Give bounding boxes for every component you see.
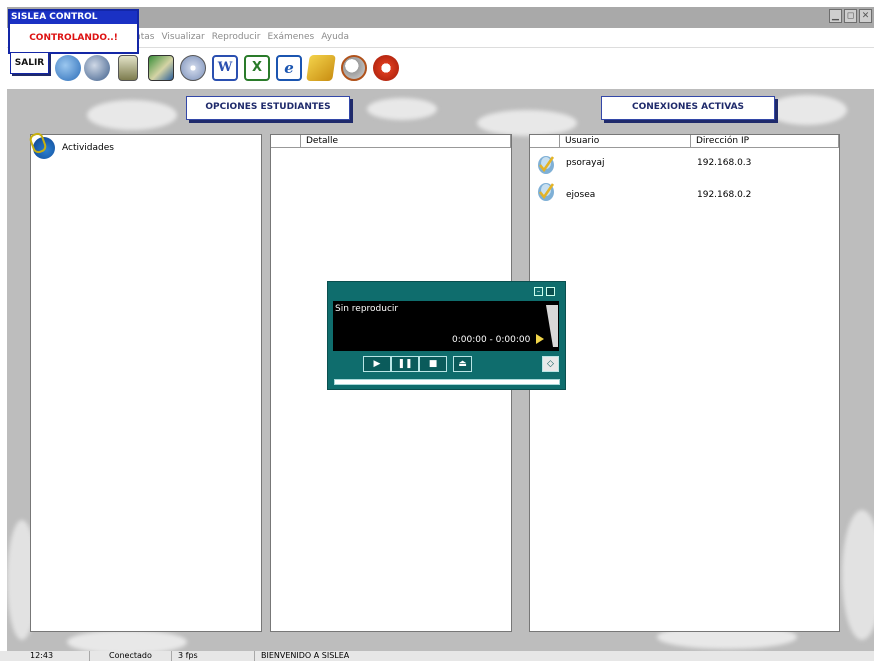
pause-button[interactable]: ❚❚ xyxy=(391,356,419,372)
sislea-title: SISLEA CONTROL xyxy=(10,11,137,24)
stop-icon[interactable] xyxy=(373,55,399,81)
status-connection: Conectado xyxy=(90,651,172,661)
user-check-icon xyxy=(536,178,556,202)
toolbar: W X e xyxy=(7,48,874,90)
tool-icon-2[interactable] xyxy=(84,55,110,81)
detail-header[interactable]: Detalle xyxy=(301,135,511,148)
connection-user: psorayaj xyxy=(566,158,605,168)
connections-panel: Usuario Dirección IP psorayaj 192.168.0.… xyxy=(529,134,840,632)
tool-icon-5[interactable] xyxy=(180,55,206,81)
close-icon[interactable]: ✕ xyxy=(859,9,872,23)
menu-item-reproducir[interactable]: Reproducir xyxy=(212,32,261,42)
connection-user: ejosea xyxy=(566,190,596,200)
ie-icon[interactable]: e xyxy=(276,55,302,81)
opciones-estudiantes-label: OPCIONES ESTUDIANTES xyxy=(186,96,350,120)
player-time: 0:00:00 - 0:00:00 xyxy=(452,335,531,345)
player-screen: Sin reproducir 0:00:00 - 0:00:00 xyxy=(333,301,559,351)
expand-icon[interactable]: ◇ xyxy=(542,356,559,372)
detail-blank-header[interactable] xyxy=(271,135,301,148)
word-icon[interactable]: W xyxy=(212,55,238,81)
controlando-status: CONTROLANDO..! xyxy=(29,33,118,43)
seek-bar[interactable] xyxy=(334,379,560,385)
volume-level-icon[interactable] xyxy=(546,305,558,347)
window-controls: ▁ ◻ ✕ xyxy=(829,9,872,23)
stop-button[interactable]: ■ xyxy=(419,356,447,372)
media-player: – Sin reproducir 0:00:00 - 0:00:00 ▶ ❚❚ … xyxy=(327,281,566,390)
status-fps: 3 fps xyxy=(172,651,255,661)
minimize-icon[interactable]: ▁ xyxy=(829,9,842,23)
options-tree-panel: Actividades xyxy=(28,131,262,632)
menu-item-visualizar[interactable]: Visualizar xyxy=(161,32,204,42)
tool-icon-4[interactable] xyxy=(148,55,174,81)
conexiones-activas-label: CONEXIONES ACTIVAS xyxy=(601,96,775,120)
menu-item-ayuda[interactable]: Ayuda xyxy=(321,32,349,42)
sislea-control-window: SISLEA CONTROL CONTROLANDO..! xyxy=(8,9,139,54)
player-status: Sin reproducir xyxy=(335,304,399,314)
excel-icon[interactable]: X xyxy=(244,55,270,81)
player-maximize-icon[interactable] xyxy=(546,287,555,296)
tool-icon-1[interactable] xyxy=(55,55,81,81)
status-bar: 12:43 Conectado 3 fps BIENVENIDO A SISLE… xyxy=(0,651,874,661)
play-button[interactable]: ▶ xyxy=(363,356,391,372)
salir-button[interactable]: SALIR xyxy=(10,52,49,74)
status-time: 12:43 xyxy=(0,651,90,661)
player-minimize-icon[interactable]: – xyxy=(534,287,543,296)
menu-item-examenes[interactable]: Exámenes xyxy=(267,32,314,42)
search-icon[interactable] xyxy=(341,55,367,81)
connection-row[interactable]: ejosea 192.168.0.2 xyxy=(530,178,837,204)
connections-blank-header[interactable] xyxy=(530,135,560,148)
user-check-icon xyxy=(536,151,556,175)
folder-arrow-icon[interactable] xyxy=(306,55,336,81)
ip-header[interactable]: Dirección IP xyxy=(691,135,839,148)
tree-item-actividades[interactable]: Actividades xyxy=(62,143,114,153)
usuario-header[interactable]: Usuario xyxy=(560,135,691,148)
volume-arrow-icon[interactable] xyxy=(536,334,544,344)
connection-ip: 192.168.0.3 xyxy=(697,158,752,168)
connection-row[interactable]: psorayaj 192.168.0.3 xyxy=(530,151,837,177)
maximize-icon[interactable]: ◻ xyxy=(844,9,857,23)
status-message: BIENVENIDO A SISLEA xyxy=(261,651,350,660)
eject-button[interactable]: ⏏ xyxy=(453,356,472,372)
connection-ip: 192.168.0.2 xyxy=(697,190,752,200)
tool-icon-3[interactable] xyxy=(118,55,138,81)
